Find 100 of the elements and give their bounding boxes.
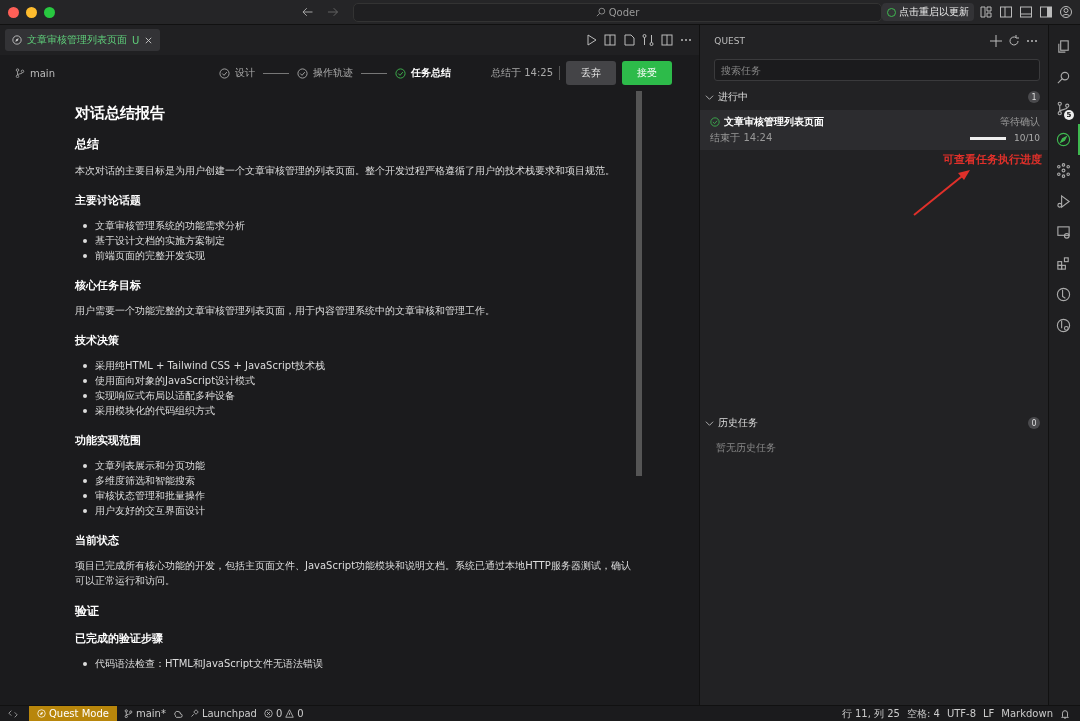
history-icon [1056, 318, 1071, 333]
empty-message: 暂无历史任务 [715, 441, 778, 455]
maximize-window-button[interactable] [44, 6, 55, 18]
minimize-window-button[interactable] [26, 6, 37, 18]
run-icon [1056, 194, 1071, 209]
status-item[interactable]: UTF-8 [946, 708, 977, 719]
task-title: 文章审核管理列表页面 [724, 115, 825, 129]
compass-icon [12, 35, 22, 45]
discard-button[interactable]: 丢弃 [566, 61, 616, 85]
problems-status[interactable]: 0 0 [263, 708, 304, 719]
files-icon [1056, 39, 1071, 54]
check-circle-icon [297, 67, 308, 79]
quest-icon [1056, 132, 1071, 147]
check-circle-icon [710, 117, 721, 127]
status-item[interactable]: LF [983, 708, 995, 719]
launchpad-button[interactable]: Launchpad [189, 708, 257, 719]
status-item[interactable]: 空格: 4 [906, 706, 940, 721]
preview-icon[interactable] [602, 32, 619, 48]
paragraph: 用户需要一个功能完整的文章审核管理列表页面，用于内容管理系统中的文章审核和管理工作。 [75, 304, 496, 318]
warning-icon [285, 709, 295, 718]
step-tab[interactable]: 任务总结 [395, 66, 451, 80]
list-item: 前端页面的完整开发实现 [95, 249, 205, 263]
compass-icon [37, 709, 46, 718]
bullet-icon [83, 223, 87, 228]
list-item: 实现响应式布局以适配多种设备 [95, 389, 235, 403]
extensions-icon [1056, 256, 1071, 271]
remote-icon[interactable] [8, 708, 18, 719]
list-item: 文章列表展示和分页功能 [95, 459, 205, 473]
bullet-icon [83, 238, 87, 243]
branch-icon [1056, 101, 1071, 116]
check-circle-icon [219, 67, 230, 79]
secondary-sidebar-icon[interactable] [1038, 4, 1054, 20]
bullet-icon [83, 508, 87, 513]
close-tab-icon[interactable] [144, 35, 154, 45]
bullet-icon [83, 408, 87, 413]
annotation-text: 可查看任务执行进度 [943, 152, 1042, 167]
document-icon[interactable] [621, 32, 638, 48]
search-tasks-field[interactable]: 搜索任务 [714, 59, 1040, 81]
split-editor-icon[interactable] [659, 32, 676, 48]
editor-tab[interactable]: 文章审核管理列表页面 U [5, 29, 161, 51]
bullet-icon [83, 253, 87, 258]
list-item: 用户友好的交互界面设计 [95, 504, 205, 518]
bullet-icon [83, 378, 87, 383]
bullet-icon [83, 493, 87, 498]
subsection-heading: 功能实现范围 [75, 433, 142, 448]
refresh-icon[interactable] [1006, 33, 1022, 49]
status-item[interactable]: 行 11, 列 25 [841, 706, 900, 721]
section-title: 历史任务 [718, 416, 759, 430]
branch-status[interactable]: main* [123, 708, 166, 719]
close-window-button[interactable] [8, 6, 19, 18]
subsection-heading: 已完成的验证步骤 [75, 631, 164, 646]
list-item: 基于设计文档的实施方案制定 [95, 234, 225, 248]
section-header[interactable]: 进行中 1 [700, 87, 1048, 107]
section-heading: 验证 [75, 603, 100, 620]
timeline-icon [1056, 287, 1071, 302]
subsection-heading: 核心任务目标 [75, 278, 142, 293]
subsection-heading: 技术决策 [75, 333, 120, 348]
check-circle-icon [395, 67, 406, 79]
warning-count: 0 [297, 708, 304, 719]
add-icon[interactable] [988, 33, 1004, 49]
update-button[interactable]: 点击重启以更新 [882, 3, 974, 21]
bullet-icon [83, 478, 87, 483]
list-item: 文章审核管理系统的功能需求分析 [95, 219, 245, 233]
bullet-icon [83, 661, 87, 666]
account-icon[interactable] [1058, 4, 1074, 20]
status-item[interactable]: Markdown [1001, 708, 1053, 719]
error-count: 0 [275, 708, 283, 719]
summary-time: 总结于 14:25 [491, 66, 553, 80]
task-item[interactable]: 文章审核管理列表页面 等待确认 结束于 14:24 10/10 [700, 110, 1048, 150]
step-tab[interactable]: 设计 [219, 66, 255, 80]
list-item: 代码语法检查：HTML和JavaScript文件无语法错误 [95, 657, 323, 671]
bell-icon[interactable] [1060, 708, 1070, 719]
paragraph: 本次对话的主要目标是为用户创建一个文章审核管理的列表页面。整个开发过程严格遵循了用户的技术栈要求和项目规范。 [75, 164, 616, 178]
scrollbar[interactable] [636, 91, 642, 476]
back-arrow-icon[interactable] [302, 6, 314, 18]
layout-icon[interactable] [978, 4, 994, 20]
step-tab[interactable]: 操作轨迹 [297, 66, 353, 80]
section-header[interactable]: 历史任务 0 [700, 413, 1048, 433]
bullet-icon [83, 363, 87, 368]
panel-title: QUEST [714, 36, 745, 46]
branch-icon [15, 68, 25, 78]
list-item: 使用面向对象的JavaScript设计模式 [95, 374, 256, 388]
list-item: 审核状态管理和批量操作 [95, 489, 205, 503]
task-end-time: 结束于 14:24 [710, 131, 773, 145]
subsection-heading: 当前状态 [75, 533, 120, 548]
search-icon [1056, 70, 1071, 85]
error-icon [263, 709, 273, 718]
panel-toggle-icon[interactable] [1018, 4, 1034, 20]
command-search-field[interactable]: Qoder [352, 2, 882, 22]
bullet-icon [83, 463, 87, 468]
list-item: 多维度筛选和智能搜索 [95, 474, 195, 488]
progress-count: 10/10 [1014, 133, 1040, 143]
paragraph: 项目已完成所有核心功能的开发，包括主页面文件、JavaScript功能模块和说明文档。系统已通过本地HTTP服务器测试，确认可以正常运行和访问。 [75, 559, 632, 588]
branch-name: main [30, 67, 55, 79]
document-title: 对话总结报告 [75, 103, 166, 123]
section-heading: 总结 [75, 136, 100, 153]
subsection-heading: 主要讨论话题 [75, 193, 142, 208]
search-icon [595, 7, 606, 17]
list-item: 采用模块化的代码组织方式 [95, 404, 215, 418]
sidebar-toggle-icon[interactable] [998, 4, 1014, 20]
